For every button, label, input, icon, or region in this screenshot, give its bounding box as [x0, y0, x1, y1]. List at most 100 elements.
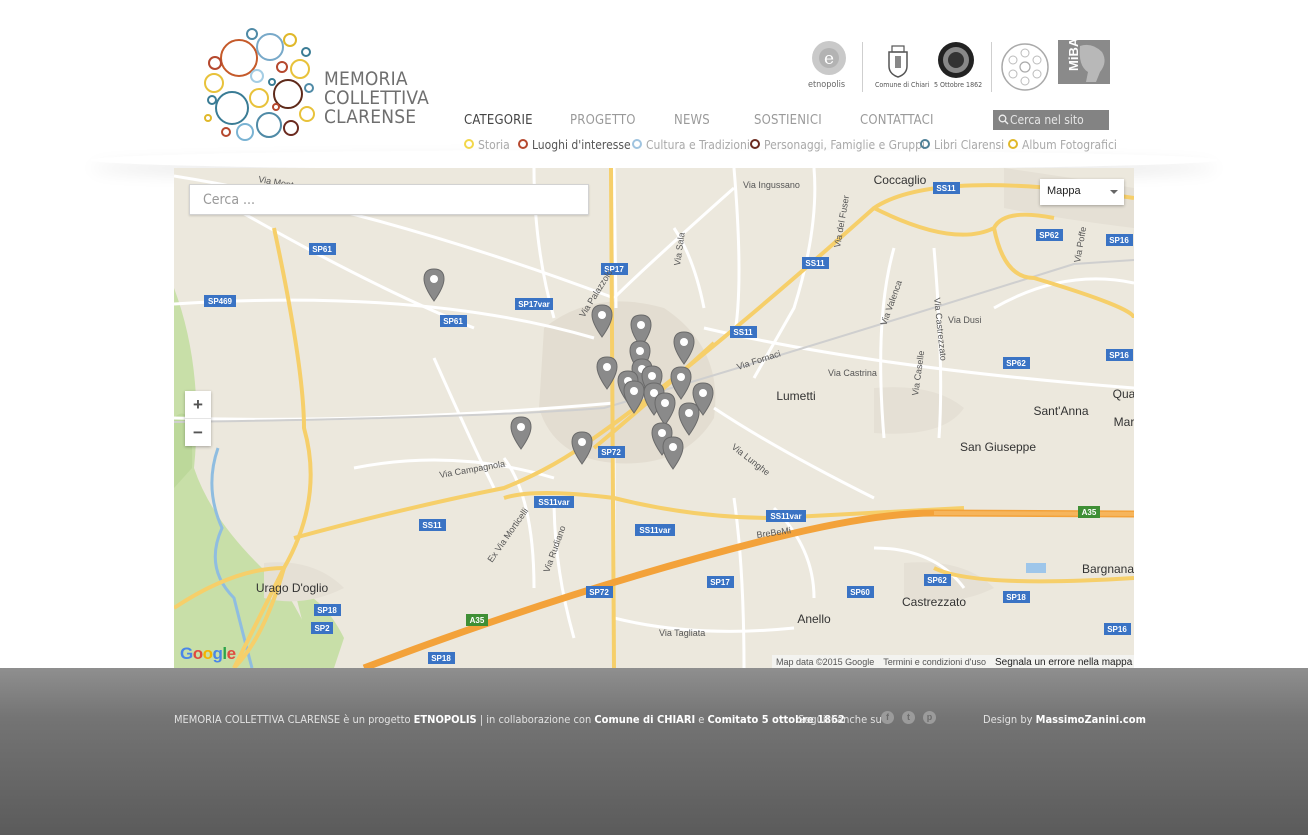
chevron-down-icon — [1110, 190, 1118, 194]
svg-text:Qua: Qua — [1113, 387, 1134, 401]
google-logo[interactable]: Google — [180, 644, 236, 664]
nav-sostienici[interactable]: SOSTIENICI — [754, 113, 822, 128]
nav-progetto[interactable]: PROGETTO — [570, 113, 636, 128]
map-search-input[interactable] — [190, 185, 573, 214]
map-marker-icon[interactable] — [596, 356, 618, 390]
site-footer — [0, 668, 1308, 835]
zoom-out-button[interactable]: − — [185, 419, 211, 446]
logo-circles-icon — [204, 28, 315, 141]
svg-text:Via Dusi: Via Dusi — [948, 315, 981, 325]
zoom-controls: + − — [185, 391, 211, 446]
map-marker-icon[interactable] — [662, 436, 684, 470]
category-personaggi[interactable]: Personaggi, Famiglie e Gruppi — [750, 138, 925, 152]
svg-text:SP16: SP16 — [1107, 625, 1127, 634]
category-libri[interactable]: Libri Clarensi — [920, 138, 1004, 152]
crest-icon — [888, 45, 908, 78]
logo-line-3: CLARENSE — [324, 106, 417, 128]
svg-text:Via Tagliata: Via Tagliata — [659, 628, 705, 638]
svg-text:SS11: SS11 — [805, 259, 825, 268]
map-data-label: Map data ©2015 Google — [776, 657, 875, 667]
svg-text:MiBACT: MiBACT — [1066, 40, 1081, 71]
comune-chiari-link[interactable]: Comune di CHIARI — [594, 713, 695, 726]
category-luoghi[interactable]: Luoghi d'interesse — [518, 138, 631, 152]
chiari-label: Comune di Chiari — [875, 81, 930, 89]
ottobre-label: 5 Ottobre 1862 — [934, 81, 983, 89]
search-icon[interactable] — [998, 114, 1009, 125]
map-marker-icon[interactable] — [654, 392, 676, 426]
map-marker-icon[interactable] — [423, 268, 445, 302]
site-search — [993, 110, 1109, 130]
svg-text:SP17: SP17 — [710, 578, 730, 587]
etnopolis-link[interactable]: ETNOPOLIS — [414, 713, 477, 726]
svg-text:SP18: SP18 — [1006, 593, 1026, 602]
facebook-icon[interactable]: f — [881, 711, 894, 724]
svg-text:SS11: SS11 — [733, 328, 753, 337]
map-marker-icon[interactable] — [591, 304, 613, 338]
nav-categorie[interactable]: CATEGORIE — [464, 113, 533, 128]
ottobre-1862-logo[interactable]: 5 Ottobre 1862 — [931, 40, 983, 94]
designer-link[interactable]: MassimoZanini.com — [1036, 713, 1146, 726]
category-dot-icon — [920, 139, 930, 149]
svg-text:Anello: Anello — [797, 612, 831, 626]
svg-text:A35: A35 — [1082, 508, 1097, 517]
category-album[interactable]: Album Fotografici — [1008, 138, 1117, 152]
svg-text:Castrezzato: Castrezzato — [902, 595, 966, 609]
svg-text:SP72: SP72 — [601, 448, 621, 457]
report-error-link[interactable]: Segnala un errore nella mappa — [995, 657, 1132, 668]
category-storia[interactable]: Storia — [464, 138, 510, 152]
map-attribution: Map data ©2015 Google Termini e condizion… — [772, 655, 1134, 668]
svg-text:SP60: SP60 — [850, 588, 870, 597]
svg-text:SS11var: SS11var — [538, 498, 569, 507]
nav-news[interactable]: NEWS — [674, 113, 710, 128]
footer-credits: MEMORIA COLLETTIVA CLARENSE è un progett… — [174, 713, 845, 726]
mibact-icon: MiBACT — [1058, 20, 1110, 84]
svg-text:SP2: SP2 — [314, 624, 330, 633]
terms-link[interactable]: Termini e condizioni d'uso — [883, 657, 986, 667]
site-search-input[interactable] — [1010, 111, 1105, 128]
disc-logo[interactable] — [1001, 40, 1051, 94]
mibact-logo[interactable]: MiBACT — [1058, 20, 1110, 94]
svg-text:SP62: SP62 — [1006, 359, 1026, 368]
svg-text:Via Castrina: Via Castrina — [828, 368, 877, 378]
svg-text:SS11: SS11 — [936, 184, 956, 193]
map-type-value: Mappa — [1047, 185, 1081, 197]
nav-contattaci[interactable]: CONTATTACI — [860, 113, 934, 128]
footer-design: Design by MassimoZanini.com — [983, 713, 1146, 726]
etnopolis-logo[interactable]: e etnopolis — [805, 40, 855, 94]
svg-text:Coccaglio: Coccaglio — [874, 173, 927, 187]
map-marker-icon[interactable] — [673, 331, 695, 365]
svg-text:SP17var: SP17var — [518, 300, 550, 309]
disc-icon — [1001, 43, 1049, 91]
twitter-icon[interactable]: t — [902, 711, 915, 724]
site-header: MEMORIA COLLETTIVA CLARENSE e etnopolis … — [0, 0, 1308, 168]
svg-text:Bargnana: Bargnana — [1082, 562, 1134, 576]
category-cultura[interactable]: Cultura e Tradizioni — [632, 138, 750, 152]
svg-text:Lumetti: Lumetti — [776, 389, 815, 403]
category-dot-icon — [464, 139, 474, 149]
map-view[interactable]: SS11 SP61 SP469 SP17var SP17 SS11 SP62 S… — [174, 168, 1134, 668]
svg-text:SP62: SP62 — [927, 576, 947, 585]
svg-text:Urago D'oglio: Urago D'oglio — [256, 581, 329, 595]
svg-text:SP18: SP18 — [317, 606, 337, 615]
svg-text:Sant'Anna: Sant'Anna — [1033, 404, 1088, 418]
svg-text:SP469: SP469 — [208, 297, 233, 306]
svg-text:SP62: SP62 — [1039, 231, 1059, 240]
category-dot-icon — [750, 139, 760, 149]
map-type-select[interactable]: Mappa — [1040, 179, 1124, 205]
map-marker-icon[interactable] — [510, 416, 532, 450]
svg-text:Via Ingussano: Via Ingussano — [743, 180, 800, 190]
map-search — [189, 184, 589, 215]
map-marker-icon[interactable] — [571, 431, 593, 465]
comune-chiari-logo[interactable]: Comune di Chiari — [873, 40, 929, 94]
svg-text:SP61: SP61 — [443, 317, 463, 326]
etnopolis-icon: e — [812, 41, 846, 75]
map-marker-icon[interactable] — [678, 402, 700, 436]
pinterest-icon[interactable]: p — [923, 711, 936, 724]
site-logo[interactable]: MEMORIA COLLETTIVA CLARENSE — [202, 28, 432, 142]
map-marker-icon[interactable] — [623, 380, 645, 414]
etnopolis-label: etnopolis — [808, 80, 846, 90]
svg-text:SP16: SP16 — [1109, 351, 1129, 360]
zoom-in-button[interactable]: + — [185, 391, 211, 419]
seal-icon — [938, 42, 974, 78]
svg-text:SP61: SP61 — [312, 245, 332, 254]
